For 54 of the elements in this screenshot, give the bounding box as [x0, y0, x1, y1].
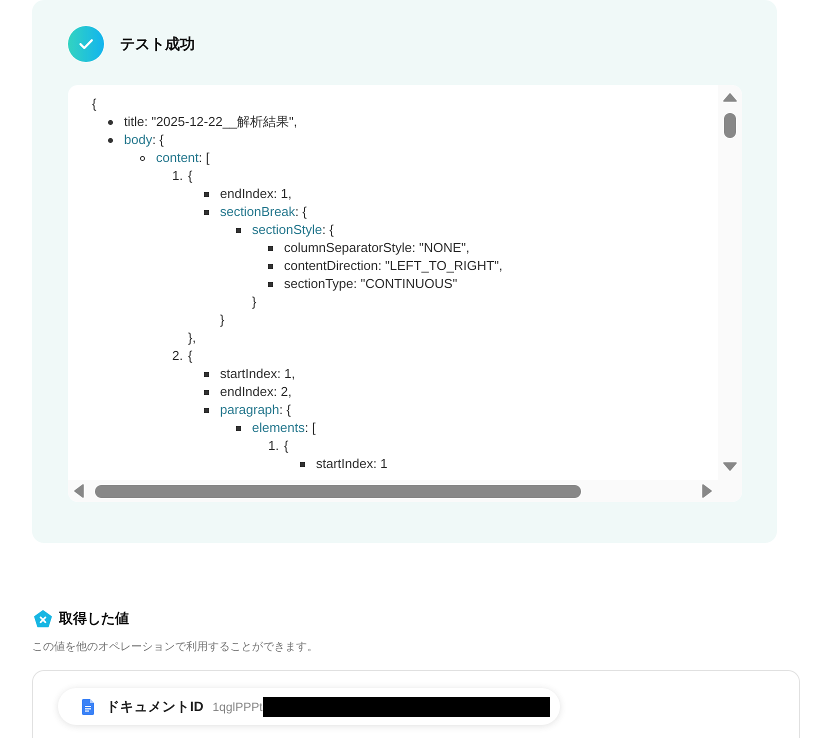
check-circle-icon: [68, 26, 104, 62]
scroll-down-arrow-icon[interactable]: [723, 462, 737, 471]
code-line: {: [284, 437, 288, 455]
bullet-icon: [204, 408, 209, 412]
code-line: sectionType: "CONTINUOUS": [284, 275, 458, 293]
bullet-icon: [268, 282, 273, 286]
scroll-left-arrow-icon[interactable]: [74, 484, 84, 498]
bullet-icon: [204, 372, 209, 376]
pentagon-cross-icon: [34, 610, 52, 628]
bullet-icon: [268, 264, 273, 268]
field-label: ドキュメントID: [106, 698, 204, 716]
code-line: },: [188, 329, 196, 347]
code-line: endIndex: 2,: [220, 383, 292, 401]
bullet-icon: [204, 210, 209, 214]
code-line: columnSeparatorStyle: "NONE",: [284, 239, 470, 257]
bullet-icon: [108, 138, 113, 142]
bullet-icon: [140, 156, 145, 160]
section-description: この値を他のオペレーションで利用することができます。: [32, 640, 318, 654]
code-line: body: {: [124, 131, 164, 149]
code-line: {: [188, 167, 192, 185]
scrollbar-thumb[interactable]: [724, 113, 736, 138]
vertical-scrollbar[interactable]: [718, 85, 742, 480]
scroll-right-arrow-icon[interactable]: [702, 484, 712, 498]
code-line: sectionStyle: {: [252, 221, 334, 239]
bullet-icon: [268, 246, 273, 250]
code-line: elements: [: [252, 419, 316, 437]
bullet-icon: [236, 426, 241, 430]
code-line: startIndex: 1,: [220, 365, 296, 383]
bullet-icon: [204, 390, 209, 394]
code-line: }: [220, 311, 224, 329]
code-line: content: [: [156, 149, 210, 167]
code-line: paragraph: {: [220, 401, 291, 419]
bullet-icon: [300, 462, 305, 466]
scroll-up-arrow-icon[interactable]: [723, 93, 737, 102]
list-number: 1.: [268, 437, 279, 455]
section-title: 取得した値: [59, 610, 129, 628]
scrollbar-thumb[interactable]: [95, 484, 581, 498]
field-value: 1qglPPPt: [212, 700, 263, 714]
result-title: テスト成功: [120, 34, 195, 54]
bullet-icon: [236, 228, 241, 232]
code-line: sectionBreak: {: [220, 203, 307, 221]
code-line: }: [252, 293, 256, 311]
bullet-icon: [204, 192, 209, 196]
horizontal-scrollbar[interactable]: [68, 480, 742, 502]
code-line: {: [92, 95, 96, 113]
bullet-icon: [108, 120, 113, 124]
document-icon: [82, 698, 94, 714]
list-number: 2.: [172, 347, 183, 365]
code-line: title: "2025-12-22__解析結果",: [124, 113, 298, 131]
code-line: contentDirection: "LEFT_TO_RIGHT",: [284, 257, 503, 275]
code-line: {: [188, 347, 192, 365]
code-line: endIndex: 1,: [220, 185, 292, 203]
code-line: startIndex: 1: [316, 455, 388, 473]
list-number: 1.: [172, 167, 183, 185]
